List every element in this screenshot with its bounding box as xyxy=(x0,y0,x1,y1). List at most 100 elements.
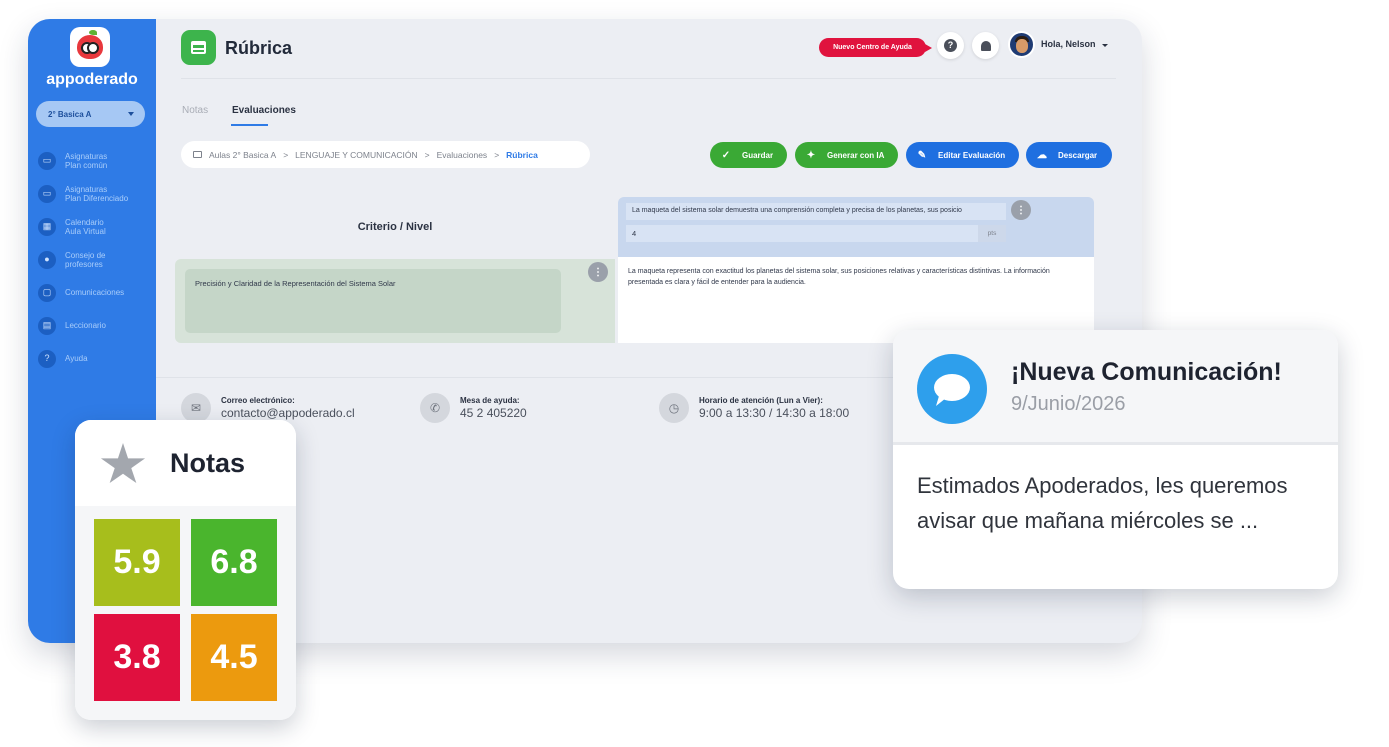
helpdesk-label: Mesa de ayuda: xyxy=(460,396,520,405)
hours-label: Horario de atención (Lun a Vier): xyxy=(699,396,823,405)
magic-wand-icon: ✦ xyxy=(806,149,816,161)
phone-icon: ✆ xyxy=(420,393,450,423)
download-button[interactable]: ☁ Descargar xyxy=(1026,142,1112,168)
active-tab-indicator xyxy=(231,124,268,126)
question-icon: ? xyxy=(38,349,56,368)
generate-ai-button[interactable]: ✦ Generar con IA xyxy=(795,142,898,168)
level-header: La maqueta del sistema solar demuestra u… xyxy=(618,197,1094,257)
notifications-button[interactable] xyxy=(972,32,999,59)
breadcrumb-separator: > xyxy=(494,149,500,160)
sidebar-item-label: Calendario Aula Virtual xyxy=(65,217,106,236)
email-value[interactable]: contacto@appoderado.cl xyxy=(221,406,355,420)
points-value: 4 xyxy=(632,229,637,238)
logo-icon[interactable] xyxy=(70,27,110,67)
breadcrumb-item[interactable]: LENGUAJE Y COMUNICACIÓN xyxy=(295,150,418,160)
sidebar-item-label: Asignaturas Plan común xyxy=(65,151,108,170)
sidebar-item-leccionario[interactable]: ▤ Leccionario xyxy=(38,309,153,342)
contact-email: ✉ Correo electrónico: contacto@appoderad… xyxy=(181,393,355,423)
chat-icon: ▢ xyxy=(38,283,56,302)
points-unit: pts xyxy=(978,225,1006,242)
board-icon xyxy=(193,151,202,158)
breadcrumb: Aulas 2° Basica A > LENGUAJE Y COMUNICAC… xyxy=(181,141,590,168)
save-button-label: Guardar xyxy=(742,150,774,160)
edit-evaluation-button[interactable]: ✎ Editar Evaluación xyxy=(906,142,1019,168)
sidebar-item-plan-diferenciado[interactable]: ▭ Asignaturas Plan Diferenciado xyxy=(38,177,153,210)
people-icon: ● xyxy=(38,250,56,269)
grades-card-title: Notas xyxy=(170,448,246,478)
sidebar-item-label: Comunicaciones xyxy=(65,288,125,297)
points-field[interactable]: 4 pts xyxy=(626,225,1006,242)
tab-notas[interactable]: Notas xyxy=(182,105,208,116)
grades-card-header: Notas xyxy=(75,420,296,506)
calendar-icon: ▦ xyxy=(38,217,56,236)
grade-tile: 3.8 xyxy=(94,614,180,701)
grades-card[interactable]: Notas 5.9 6.8 3.8 4.5 xyxy=(75,420,296,720)
board-icon: ▭ xyxy=(38,184,56,203)
avatar[interactable] xyxy=(1008,31,1035,58)
sidebar-item-comunicaciones[interactable]: ▢ Comunicaciones xyxy=(38,276,153,309)
contact-hours: ◷ Horario de atención (Lun a Vier): 9:00… xyxy=(659,393,849,423)
document-icon: ▤ xyxy=(38,316,56,335)
criterion-menu-icon[interactable]: ⋮ xyxy=(588,262,608,282)
generate-ai-button-label: Generar con IA xyxy=(827,150,885,160)
save-button[interactable]: ✓ Guardar xyxy=(710,142,787,168)
grade-tile: 4.5 xyxy=(191,614,277,701)
sidebar-item-label: Ayuda xyxy=(65,354,88,363)
help-center-button[interactable]: Nuevo Centro de Ayuda xyxy=(819,38,932,57)
course-select-value: 2° Basica A xyxy=(48,109,92,119)
sidebar-nav: ▭ Asignaturas Plan común ▭ Asignaturas P… xyxy=(38,144,153,375)
level-description-field[interactable]: La maqueta del sistema solar demuestra u… xyxy=(626,203,1006,220)
level-menu-icon[interactable]: ⋮ xyxy=(1011,200,1031,220)
breadcrumb-item[interactable]: Aulas 2° Basica A xyxy=(209,150,276,160)
communication-card-header: ¡Nueva Comunicación! 9/Junio/2026 xyxy=(893,330,1338,442)
user-greeting[interactable]: Hola, Nelson xyxy=(1041,39,1096,49)
star-icon xyxy=(100,443,146,484)
cloud-download-icon: ☁ xyxy=(1037,149,1047,161)
table-icon xyxy=(181,30,216,65)
question-icon: ? xyxy=(944,39,957,52)
chevron-down-icon xyxy=(128,112,134,116)
grades-grid: 5.9 6.8 3.8 4.5 xyxy=(75,506,296,720)
breadcrumb-separator: > xyxy=(283,149,289,160)
breadcrumb-current: Rúbrica xyxy=(506,149,538,160)
pencil-icon: ✎ xyxy=(917,149,927,161)
sidebar-item-label: Consejo de profesores xyxy=(65,250,106,269)
sidebar-item-ayuda[interactable]: ? Ayuda xyxy=(38,342,153,375)
clock-icon: ◷ xyxy=(659,393,689,423)
grade-tile: 5.9 xyxy=(94,519,180,606)
criterion-field[interactable]: Precisión y Claridad de la Representació… xyxy=(185,269,561,333)
hours-value: 9:00 a 13:30 / 14:30 a 18:00 xyxy=(699,406,850,420)
communication-body: Estimados Apoderados, les queremos avisa… xyxy=(917,473,1288,533)
stage: appoderado 2° Basica A ▭ Asignaturas Pla… xyxy=(0,0,1389,747)
sidebar-item-label: Asignaturas Plan Diferenciado xyxy=(65,184,129,203)
chevron-down-icon[interactable] xyxy=(1102,44,1108,47)
communication-title: ¡Nueva Comunicación! xyxy=(1011,358,1282,386)
page-title: Rúbrica xyxy=(225,38,293,58)
brand-name: appoderado xyxy=(46,71,138,88)
criterion-cell: Precisión y Claridad de la Representació… xyxy=(175,259,615,343)
helpdesk-value[interactable]: 45 2 405220 xyxy=(460,406,527,420)
communication-divider xyxy=(893,442,1338,445)
edit-evaluation-button-label: Editar Evaluación xyxy=(938,150,1006,160)
board-icon: ▭ xyxy=(38,151,56,170)
criteria-header: Criterio / Nivel xyxy=(357,221,433,233)
download-button-label: Descargar xyxy=(1058,150,1098,160)
sidebar-item-label: Leccionario xyxy=(65,321,106,330)
check-icon: ✓ xyxy=(721,149,731,161)
help-button[interactable]: ? xyxy=(937,32,964,59)
communication-card[interactable]: ¡Nueva Comunicación! 9/Junio/2026 Estima… xyxy=(893,330,1338,589)
contact-helpdesk: ✆ Mesa de ayuda: 45 2 405220 xyxy=(420,393,527,423)
bell-icon xyxy=(980,40,991,51)
course-select[interactable]: 2° Basica A xyxy=(36,101,145,127)
breadcrumb-item[interactable]: Evaluaciones xyxy=(437,150,488,160)
chat-bubble-icon xyxy=(917,354,987,424)
communication-date: 9/Junio/2026 xyxy=(1011,393,1126,415)
sidebar-item-calendario[interactable]: ▦ Calendario Aula Virtual xyxy=(38,210,153,243)
grade-tile: 6.8 xyxy=(191,519,277,606)
tab-evaluaciones[interactable]: Evaluaciones xyxy=(232,105,296,116)
sidebar-item-consejo[interactable]: ● Consejo de profesores xyxy=(38,243,153,276)
breadcrumb-separator: > xyxy=(424,149,430,160)
header-divider xyxy=(181,78,1116,79)
email-label: Correo electrónico: xyxy=(221,396,295,405)
sidebar-item-plan-comun[interactable]: ▭ Asignaturas Plan común xyxy=(38,144,153,177)
